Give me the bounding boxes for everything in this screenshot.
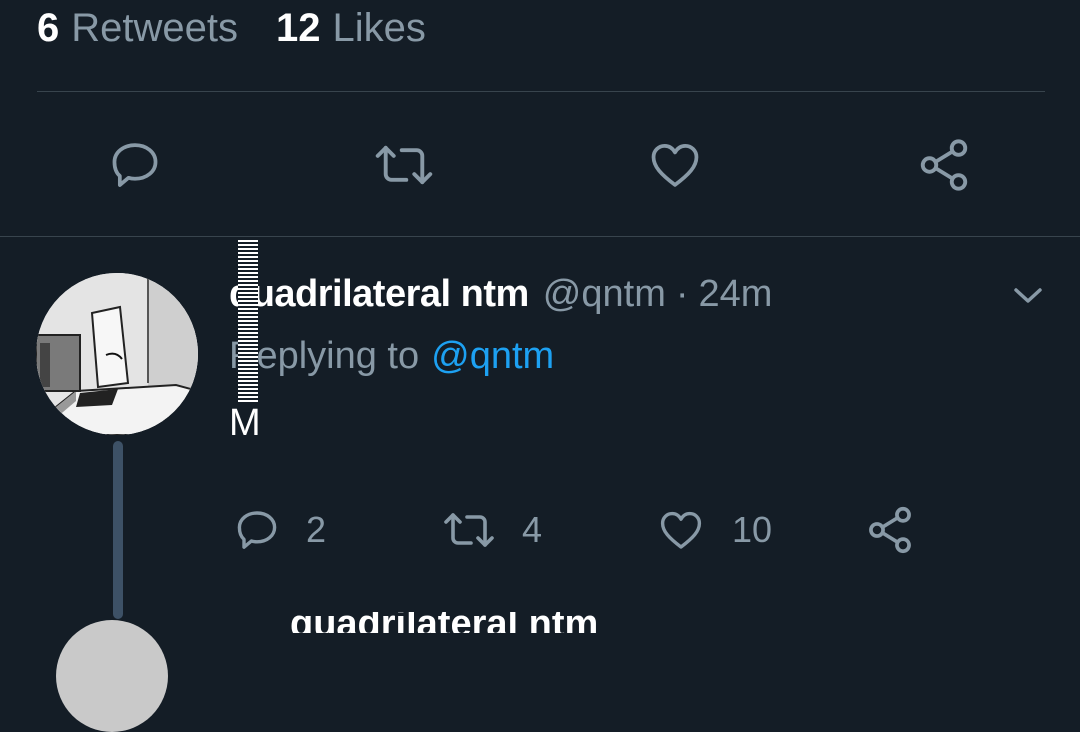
retweets-count: 6 bbox=[37, 5, 60, 50]
reply-count: 2 bbox=[306, 509, 327, 550]
replying-to-handle[interactable]: @qntm bbox=[431, 335, 554, 378]
retweet-action[interactable]: 4 bbox=[440, 506, 542, 554]
retweet-icon bbox=[444, 513, 494, 547]
next-tweet-header: quadrilateral ntm bbox=[290, 612, 850, 633]
like-action[interactable]: 10 bbox=[654, 506, 772, 554]
reply-header: quadrilateral ntm @qntm · 24m bbox=[229, 270, 772, 318]
avatar-image bbox=[36, 273, 198, 435]
stats-divider bbox=[37, 91, 1045, 92]
avatar[interactable] bbox=[36, 273, 198, 435]
retweet-icon bbox=[375, 145, 433, 185]
author-name[interactable]: quadrilateral ntm bbox=[229, 273, 529, 316]
likes-stat[interactable]: 12 Likes bbox=[276, 6, 426, 51]
like-count: 10 bbox=[732, 509, 773, 550]
glitch-artifact bbox=[238, 240, 258, 404]
likes-label: Likes bbox=[332, 5, 426, 50]
tweet-text: M bbox=[229, 402, 261, 444]
like-icon bbox=[660, 511, 702, 549]
next-tweet-author[interactable]: quadrilateral ntm bbox=[290, 612, 598, 633]
retweets-label: Retweets bbox=[71, 5, 238, 50]
meta-separator: · bbox=[675, 272, 689, 315]
reply-button[interactable] bbox=[100, 133, 170, 197]
likes-count: 12 bbox=[276, 5, 321, 50]
reply-icon bbox=[237, 511, 277, 549]
retweet-button[interactable] bbox=[368, 133, 440, 197]
share-action[interactable] bbox=[864, 504, 916, 556]
chevron-down-icon bbox=[1014, 288, 1042, 303]
thread-line bbox=[113, 441, 123, 619]
share-icon bbox=[869, 506, 911, 554]
reply-action[interactable]: 2 bbox=[232, 506, 326, 554]
tweet-stats: 6 Retweets 12 Likes bbox=[37, 4, 426, 52]
like-button[interactable] bbox=[643, 133, 707, 197]
next-tweet-avatar[interactable] bbox=[56, 620, 168, 732]
share-button[interactable] bbox=[912, 133, 976, 197]
tweet-time[interactable]: 24m bbox=[699, 273, 773, 316]
tweet-separator bbox=[0, 236, 1080, 237]
retweets-stat[interactable]: 6 Retweets bbox=[37, 6, 238, 51]
like-icon bbox=[651, 144, 699, 187]
replying-to: Replying to @qntm bbox=[229, 333, 554, 379]
tweet-menu-button[interactable] bbox=[1008, 280, 1048, 312]
reply-icon bbox=[112, 143, 158, 187]
author-handle[interactable]: @qntm bbox=[543, 273, 666, 316]
share-icon bbox=[920, 139, 968, 191]
retweet-count: 4 bbox=[522, 509, 543, 550]
